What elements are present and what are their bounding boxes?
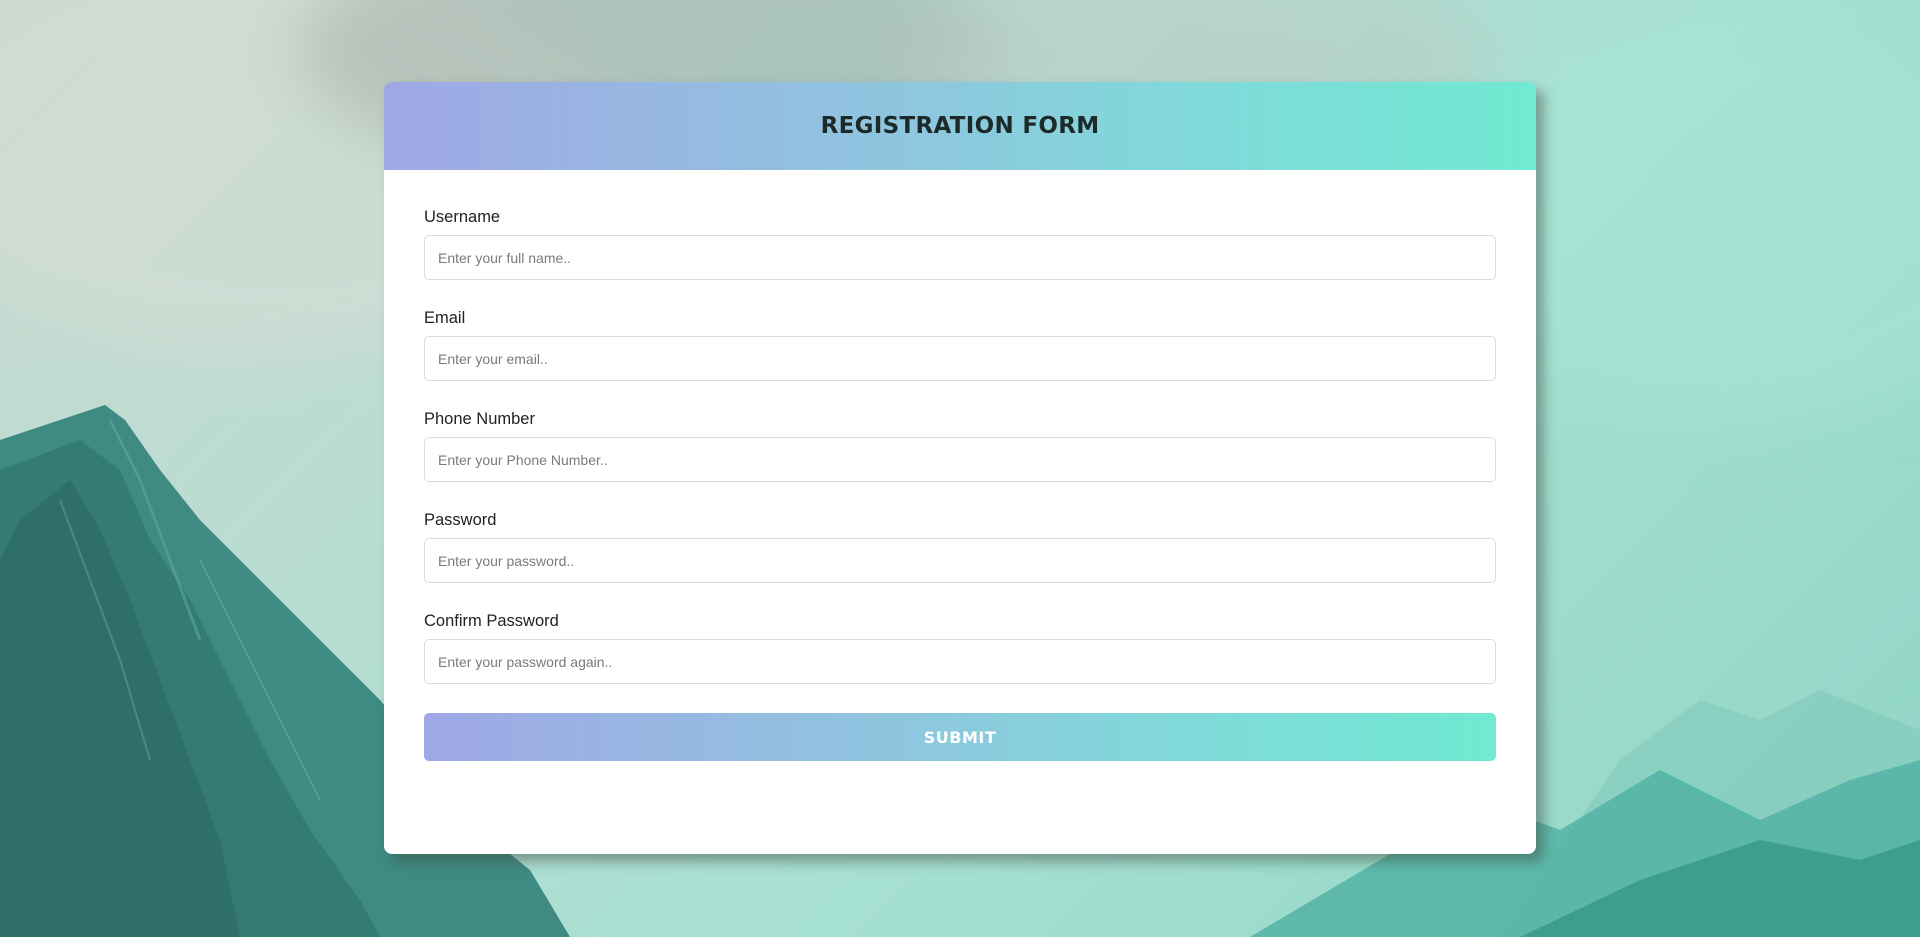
registration-card: REGISTRATION FORM Username Email Phone N…	[384, 82, 1536, 854]
phone-field-group: Phone Number	[424, 410, 1496, 482]
username-label: Username	[424, 208, 501, 226]
confirm-password-input[interactable]	[424, 639, 1496, 684]
email-label: Email	[424, 309, 466, 327]
form-header: REGISTRATION FORM	[384, 82, 1536, 170]
phone-label: Phone Number	[424, 410, 535, 428]
email-field-group: Email	[424, 309, 1496, 381]
password-label: Password	[424, 511, 497, 529]
username-field-group: Username	[424, 208, 1496, 280]
confirm-password-label: Confirm Password	[424, 612, 559, 630]
form-body: Username Email Phone Number Password Con…	[384, 170, 1536, 761]
password-field-group: Password	[424, 511, 1496, 583]
username-input[interactable]	[424, 235, 1496, 280]
email-input[interactable]	[424, 336, 1496, 381]
confirm-password-field-group: Confirm Password	[424, 612, 1496, 684]
password-input[interactable]	[424, 538, 1496, 583]
submit-button[interactable]: SUBMIT	[424, 713, 1496, 761]
form-title: REGISTRATION FORM	[820, 113, 1100, 139]
phone-input[interactable]	[424, 437, 1496, 482]
